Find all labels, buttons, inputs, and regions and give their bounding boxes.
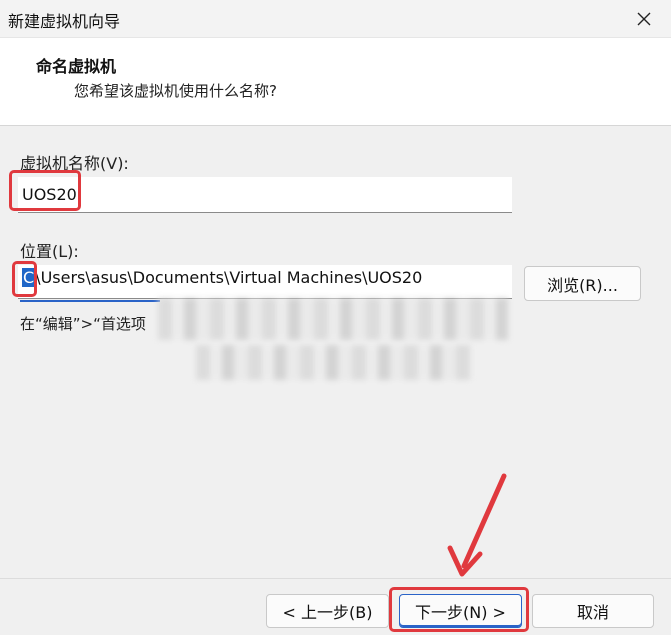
blurred-region-2 <box>196 345 471 380</box>
window-title: 新建虚拟机向导 <box>8 12 121 31</box>
browse-button[interactable]: 浏览(R)... <box>524 266 641 301</box>
location-label: 位置(L): <box>20 242 79 261</box>
title-bar: 新建虚拟机向导 <box>0 0 671 38</box>
location-path: C\Users\asus\Documents\Virtual Machines\… <box>22 268 422 287</box>
vm-name-field-container <box>18 177 512 213</box>
annotation-arrow <box>447 473 507 577</box>
page-title: 命名虚拟机 <box>36 57 117 76</box>
blurred-region-1 <box>158 298 508 340</box>
cancel-button[interactable]: 取消 <box>532 594 654 628</box>
page-subtitle: 您希望该虚拟机使用什么名称? <box>74 82 277 100</box>
close-button[interactable] <box>631 6 657 32</box>
next-button[interactable]: 下一步(N) > <box>399 594 522 628</box>
vm-name-input[interactable] <box>18 177 512 212</box>
default-location-hint: 在“编辑”>“首选项 <box>20 315 146 333</box>
location-selected-char: C <box>22 268 36 287</box>
location-path-rest: \Users\asus\Documents\Virtual Machines\U… <box>35 268 423 287</box>
close-icon <box>637 12 651 26</box>
wizard-header: 命名虚拟机 您希望该虚拟机使用什么名称? <box>0 38 671 126</box>
vm-name-label: 虚拟机名称(V): <box>20 154 129 173</box>
back-button[interactable]: < 上一步(B) <box>266 594 389 628</box>
input-focus-underline <box>20 300 160 302</box>
